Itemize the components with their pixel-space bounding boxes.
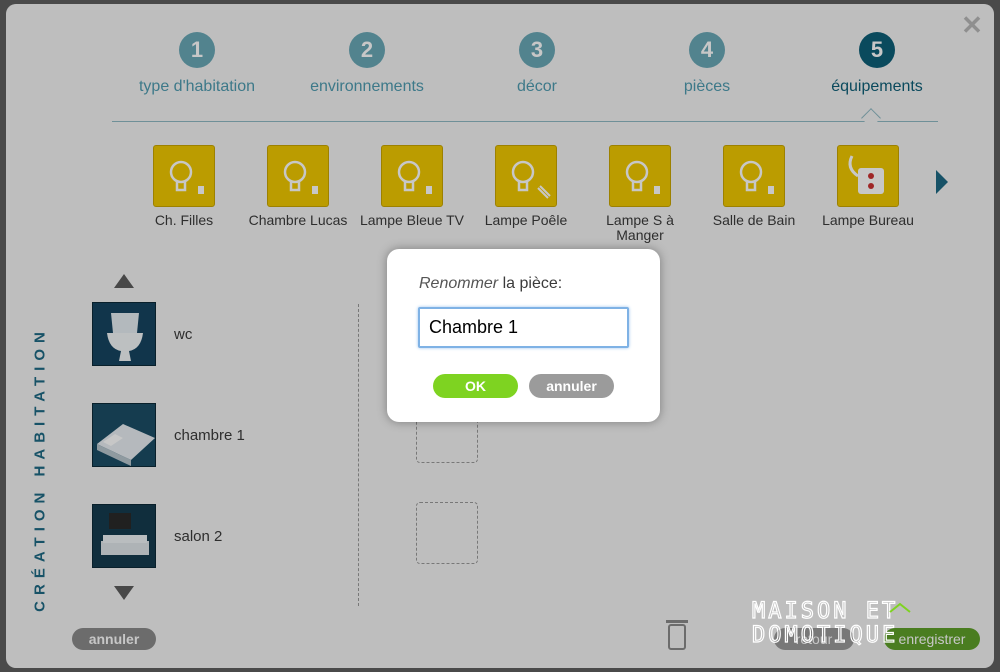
step-1[interactable]: 1 type d'habitation (112, 32, 282, 96)
trash-icon[interactable] (666, 620, 688, 650)
room-name: salon 2 (174, 528, 223, 545)
bulb-icon (267, 145, 329, 207)
step-label: type d'habitation (138, 78, 256, 95)
equipment-name: Lampe Poêle (484, 212, 568, 228)
cancel-button[interactable]: annuler (72, 628, 156, 650)
equipment-item[interactable]: Salle de Bain (699, 145, 809, 228)
step-label: pièces (683, 78, 731, 95)
equipment-name: Lampe Bleue TV (359, 212, 465, 228)
equipment-name: Lampe Bureau (822, 212, 914, 228)
step-3[interactable]: 3 décor (452, 32, 622, 96)
equipment-item[interactable]: Lampe S à Manger (585, 145, 695, 243)
step-2[interactable]: 2 environnements (282, 32, 452, 96)
step-number: 1 (179, 32, 215, 68)
step-progress: 1 type d'habitation 2 environnements 3 d… (112, 32, 938, 122)
step-number: 4 (689, 32, 725, 68)
step-label: décor (516, 78, 558, 95)
step-number: 3 (519, 32, 555, 68)
dialog-title: Renommer la pièce: (419, 275, 563, 292)
step-label: environnements (310, 78, 424, 95)
toilet-icon (92, 302, 156, 366)
room-item[interactable]: wc (92, 302, 332, 366)
equipment-name: Salle de Bain (712, 212, 796, 228)
step-4[interactable]: 4 pièces (622, 32, 792, 96)
equipment-item[interactable]: Ch. Filles (129, 145, 239, 228)
bulb-icon (723, 145, 785, 207)
column-divider (358, 304, 359, 606)
room-name: chambre 1 (174, 427, 245, 444)
bulb-icon (153, 145, 215, 207)
equipment-name: Chambre Lucas (248, 212, 348, 228)
close-icon[interactable]: ✕ (960, 12, 984, 38)
svg-text:MAISON ET: MAISON ET (752, 599, 898, 624)
svg-text:DOMOTIQUE: DOMOTIQUE (752, 623, 898, 648)
rename-dialog: Renommer la pièce: OK annuler (387, 249, 660, 422)
carousel-next-icon[interactable] (936, 170, 948, 194)
dialog-cancel-button[interactable]: annuler (529, 374, 614, 398)
watermark-logo: MAISON ET DOMOTIQUE (750, 596, 966, 649)
equipment-item[interactable]: Lampe Bureau (813, 145, 923, 228)
equipment-name: Lampe S à Manger (606, 212, 674, 243)
ok-button[interactable]: OK (433, 374, 518, 398)
scroll-down-icon[interactable] (114, 586, 134, 600)
room-item[interactable]: salon 2 (92, 504, 332, 568)
sofa-icon (92, 504, 156, 568)
equipment-name: Ch. Filles (154, 212, 214, 228)
section-title: CRÉATION HABITATION (31, 326, 49, 612)
bulb-icon (381, 145, 443, 207)
step-divider (112, 121, 938, 122)
room-name: wc (174, 326, 193, 343)
equipment-item[interactable]: Lampe Poêle (471, 145, 581, 228)
step-number: 5 (859, 32, 895, 68)
step-5[interactable]: 5 équipements (792, 32, 962, 96)
equipment-item[interactable]: Chambre Lucas (243, 145, 353, 228)
bed-icon (92, 403, 156, 467)
bulb-icon (495, 145, 557, 207)
room-item[interactable]: chambre 1 (92, 403, 332, 467)
step-number: 2 (349, 32, 385, 68)
plug-icon (837, 145, 899, 207)
equipment-drop-slot[interactable] (416, 502, 478, 564)
bulb-icon (609, 145, 671, 207)
scroll-up-icon[interactable] (114, 274, 134, 288)
room-name-input[interactable] (418, 307, 629, 348)
step-label: équipements (831, 78, 923, 95)
equipment-item[interactable]: Lampe Bleue TV (357, 145, 467, 228)
